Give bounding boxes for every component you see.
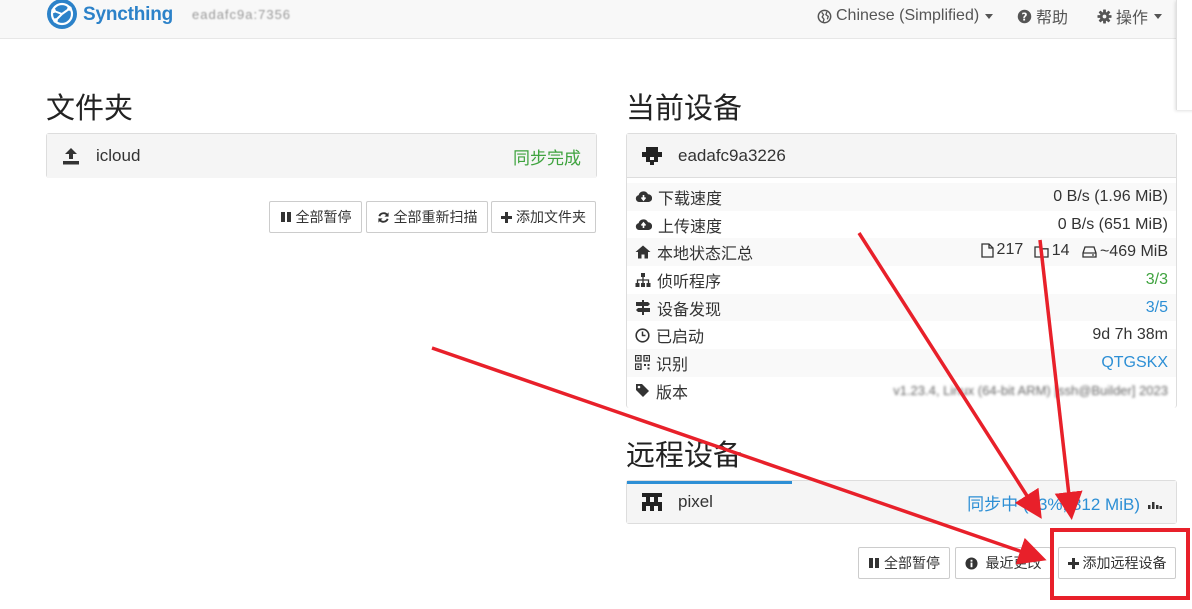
local-size: ~469 MiB — [1099, 242, 1168, 260]
pause-all-label: 全部暂停 — [884, 556, 940, 572]
this-device-heading[interactable]: eadafc9a3226 — [627, 134, 1176, 178]
hdd-icon — [1082, 246, 1097, 258]
chevron-down-icon — [1154, 13, 1163, 19]
brand-name: Syncthing — [83, 4, 174, 25]
folders-title: 文件夹 — [46, 91, 134, 125]
signal-bars-icon — [1148, 502, 1162, 509]
rescan-all-button[interactable]: 全部重新扫描 — [366, 201, 488, 233]
identicon-icon — [642, 146, 662, 165]
identicon-icon — [642, 493, 662, 511]
side-popover-edge — [1176, 0, 1192, 110]
syncthing-logo-icon — [47, 0, 77, 29]
device-id-link[interactable]: QTGSKX — [800, 349, 1176, 377]
stat-label: 设备发现 — [657, 301, 722, 319]
stat-row-discovery: 设备发现 3/5 — [627, 293, 1176, 322]
stat-row-local-state: 本地状态汇总 217 14 ~469 MiB — [627, 238, 1176, 267]
local-state-summary: 217 14 ~469 MiB — [800, 238, 1176, 267]
language-dropdown[interactable]: Chinese (Simplified) — [817, 5, 994, 27]
actions-label: 操作 — [1116, 10, 1149, 27]
this-device-name: eadafc9a3226 — [678, 145, 786, 165]
language-label: Chinese (Simplified) — [836, 7, 980, 24]
local-dirs-count: 14 — [1051, 242, 1070, 260]
stat-row-identification: 识别 QTGSKX — [627, 349, 1176, 377]
help-link[interactable]: ? 帮助 — [1017, 5, 1068, 27]
signpost-icon — [636, 300, 650, 316]
sitemap-icon — [635, 272, 651, 287]
cloud-upload-icon — [635, 218, 652, 230]
stat-value: 0 B/s (1.96 MiB) — [800, 183, 1176, 211]
remote-device-panel-pixel[interactable]: pixel 同步中 (93%, 312 MiB) — [626, 480, 1177, 524]
upload-icon — [63, 148, 79, 165]
brand-link[interactable]: Syncthing — [46, 0, 173, 30]
folder-status: 同步完成 — [513, 148, 581, 168]
actions-dropdown[interactable]: 操作 — [1097, 5, 1163, 27]
chevron-down-icon — [985, 13, 994, 19]
rescan-all-label: 全部重新扫描 — [393, 210, 478, 226]
stat-label: 识别 — [656, 356, 689, 374]
globe-icon — [817, 9, 832, 23]
add-folder-button[interactable]: 添加文件夹 — [491, 201, 596, 233]
gear-icon — [1097, 8, 1112, 24]
question-circle-icon: ? — [1017, 9, 1032, 23]
stat-label: 本地状态汇总 — [657, 246, 754, 264]
stat-label: 上传速度 — [658, 218, 723, 236]
listeners-value[interactable]: 3/3 — [800, 266, 1176, 294]
add-folder-label: 添加文件夹 — [516, 210, 586, 226]
stat-label: 侦听程序 — [657, 273, 722, 291]
pause-icon — [869, 558, 879, 568]
this-device-panel: eadafc9a3226 下载速度 0 B/s (1.96 MiB) 上传速度 … — [626, 133, 1177, 408]
stat-row-uptime: 已启动 9d 7h 38m — [627, 321, 1176, 349]
folder-icon — [1034, 246, 1049, 258]
pause-all-devices-button[interactable]: 全部暂停 — [858, 547, 950, 579]
version-value: v1.23.4, Linux (64-bit ARM) [ssh@Builder… — [893, 383, 1168, 399]
stat-label: 已启动 — [656, 329, 705, 347]
stat-label: 版本 — [656, 384, 689, 402]
refresh-icon — [377, 211, 389, 223]
folder-panel-icloud[interactable]: icloud 同步完成 — [46, 133, 597, 178]
cloud-download-icon — [635, 191, 652, 202]
sync-progress-bar — [627, 481, 792, 484]
svg-text:?: ? — [1022, 11, 1028, 23]
stat-row-version: 版本 v1.23.4, Linux (64-bit ARM) [ssh@Buil… — [627, 377, 1176, 405]
stat-value: 0 B/s (651 MiB) — [1057, 215, 1168, 233]
remote-device-heading[interactable]: pixel 同步中 (93%, 312 MiB) — [627, 481, 1176, 523]
this-device-title: 当前设备 — [626, 91, 743, 125]
clock-icon — [635, 328, 650, 343]
annotation-highlight-box — [1050, 528, 1190, 600]
recent-changes-label: 最近更改 — [985, 556, 1042, 572]
discovery-value[interactable]: 3/5 — [800, 293, 1176, 322]
qrcode-icon — [635, 355, 650, 371]
hostname-label: eadafc9a:7356 — [192, 7, 292, 22]
stat-row-listeners: 侦听程序 3/3 — [627, 266, 1176, 294]
pause-all-folders-button[interactable]: 全部暂停 — [269, 201, 362, 233]
remote-devices-title: 远程设备 — [626, 438, 743, 472]
uptime-value: 9d 7h 38m — [1092, 326, 1168, 344]
help-label: 帮助 — [1036, 10, 1069, 27]
remote-device-name: pixel — [678, 492, 713, 511]
local-files-count: 217 — [996, 241, 1024, 259]
plus-icon — [501, 211, 512, 223]
pause-icon — [280, 212, 291, 222]
file-icon — [980, 243, 994, 258]
tag-icon — [636, 384, 649, 398]
stat-row-download: 下载速度 0 B/s (1.96 MiB) — [627, 183, 1176, 211]
remote-device-status: 同步中 (93%, 312 MiB) — [967, 494, 1140, 514]
top-navbar: Syncthing eadafc9a:7356 Chinese (Simplif… — [0, 0, 1192, 39]
home-icon — [635, 245, 651, 259]
stat-label: 下载速度 — [658, 190, 723, 208]
recent-changes-button[interactable]: 最近更改 — [955, 547, 1051, 579]
folder-heading[interactable]: icloud 同步完成 — [47, 134, 596, 178]
info-circle-icon — [964, 556, 978, 570]
this-device-stats: 下载速度 0 B/s (1.96 MiB) 上传速度 0 B/s (651 Mi… — [627, 183, 1176, 405]
pause-all-label: 全部暂停 — [295, 210, 352, 226]
folder-name: icloud — [96, 146, 141, 165]
stat-row-upload: 上传速度 0 B/s (651 MiB) — [627, 211, 1176, 239]
